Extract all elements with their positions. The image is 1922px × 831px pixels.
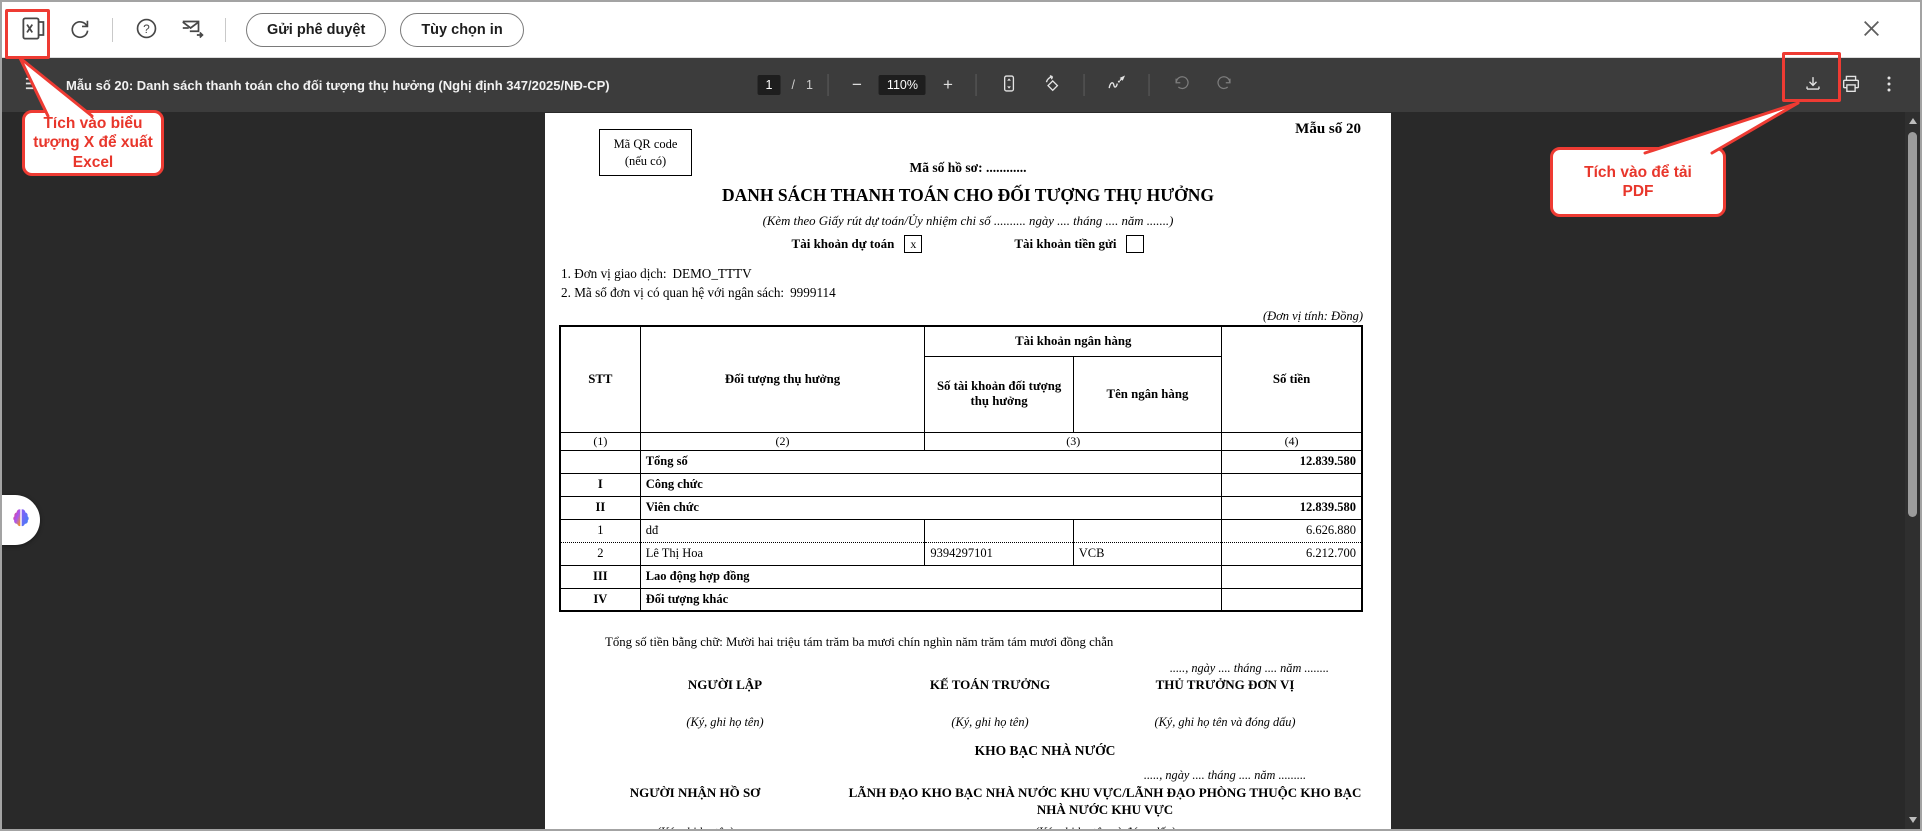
col-header-bank-group: Tài khoản ngân hàng xyxy=(924,325,1223,357)
signature-date-line: ....., ngày .... tháng .... năm ........ xyxy=(1169,661,1329,675)
treasury-title: KHO BẠC NHÀ NƯỚC xyxy=(974,743,1116,758)
transaction-unit-line: 1. Đơn vị giao dịch: DEMO_TTTV xyxy=(561,266,752,281)
app-window: ? Gửi phê duyệt Tùy chọn in Mẫu số 20: D… xyxy=(0,0,1922,831)
extension-fab[interactable] xyxy=(2,495,40,545)
hamburger-menu-icon xyxy=(24,74,43,96)
rotate-icon xyxy=(1041,73,1062,97)
draw-ink-button[interactable] xyxy=(1100,68,1134,102)
document-title: DANH SÁCH THANH TOÁN CHO ĐỐI TƯỢNG THỤ H… xyxy=(721,185,1214,205)
download-button[interactable] xyxy=(1796,68,1830,102)
close-icon xyxy=(1861,18,1882,42)
scrollbar-thumb[interactable] xyxy=(1908,132,1917,517)
page-total: 1 xyxy=(805,78,813,92)
signature-unit-head: THỦ TRƯỞNG ĐƠN VỊ (Ký, ghi họ tên và đón… xyxy=(1154,677,1296,729)
brain-extension-icon xyxy=(9,506,33,535)
refresh-button[interactable] xyxy=(60,11,98,49)
toolbar-divider xyxy=(225,17,226,42)
page-separator: / xyxy=(791,78,795,92)
approve-button[interactable]: Gửi phê duyệt xyxy=(246,12,387,47)
undo-button[interactable] xyxy=(1165,68,1199,102)
table-row-section-3: III Lao động hợp đồng xyxy=(559,564,1363,589)
help-icon: ? xyxy=(134,16,159,44)
treasury-date-line: ....., ngày .... tháng .... năm ........… xyxy=(1143,768,1307,782)
more-options-icon xyxy=(1879,74,1899,97)
toolbar-divider xyxy=(1148,74,1150,96)
undo-icon xyxy=(1172,74,1192,97)
table-row-section-1: I Công chức xyxy=(559,472,1363,497)
top-toolbar: ? Gửi phê duyệt Tùy chọn in xyxy=(2,2,1920,58)
excel-callout: Tích vào biểu tượng X để xuất Excel xyxy=(22,110,164,176)
col-header-stt: STT xyxy=(559,325,641,433)
budget-relation-code-line: 2. Mã số đơn vị có quan hệ với ngân sách… xyxy=(561,285,836,300)
ink-draw-icon xyxy=(1106,73,1128,98)
print-icon xyxy=(1840,73,1862,98)
pdf-menu-button[interactable] xyxy=(16,68,50,102)
transaction-unit-value: DEMO_TTTV xyxy=(672,266,752,281)
payment-table: STT Đối tượng thụ hưởng Tài khoản ngân h… xyxy=(559,325,1363,612)
dossier-number-line: Mã số hồ sơ: ............ xyxy=(909,160,1027,175)
col-header-beneficiary: Đối tượng thụ hưởng xyxy=(639,325,926,433)
signature-document-receiver: NGƯỜI NHẬN HỒ SƠ (Ký, ghi họ tên) xyxy=(629,785,761,829)
pdf-page: Mã QR code (nếu có) Mẫu số 20 Mã số hồ s… xyxy=(545,113,1391,829)
col-header-amount: Số tiền xyxy=(1221,325,1363,433)
toolbar-divider xyxy=(1083,74,1085,96)
toolbar-divider xyxy=(827,74,829,96)
help-button[interactable]: ? xyxy=(127,11,165,49)
budget-account-checkbox: x xyxy=(904,235,923,253)
zoom-out-button[interactable]: − xyxy=(844,75,870,95)
signature-chief-accountant: KẾ TOÁN TRƯỞNG (Ký, ghi họ tên) xyxy=(929,677,1051,729)
rotate-button[interactable] xyxy=(1035,68,1069,102)
budget-relation-code-value: 9999114 xyxy=(790,285,836,300)
pdf-toolbar: Mẫu số 20: Danh sách thanh toán cho đối … xyxy=(2,58,1920,112)
fit-page-button[interactable] xyxy=(992,68,1026,102)
deposit-account-checkbox xyxy=(1126,235,1145,253)
budget-account-label: Tài khoản dự toán xyxy=(791,236,895,251)
toolbar-divider xyxy=(975,74,977,96)
form-code: Mẫu số 20 xyxy=(1295,121,1361,137)
excel-export-icon xyxy=(20,15,47,45)
account-type-line: Tài khoản dự toán x Tài khoản tiền gửi xyxy=(545,235,1391,253)
redo-button[interactable] xyxy=(1208,68,1242,102)
refresh-icon xyxy=(67,16,92,44)
export-excel-button[interactable] xyxy=(14,11,52,49)
table-row-total: Tổng số 12.839.580 xyxy=(559,449,1363,474)
table-row-detail-2: 2 Lê Thị Hoa 9394297101 VCB 6.212.700 xyxy=(559,541,1363,566)
print-button[interactable] xyxy=(1834,68,1868,102)
pdf-document-title: Mẫu số 20: Danh sách thanh toán cho đối … xyxy=(66,77,610,93)
download-icon xyxy=(1802,73,1824,98)
close-button[interactable] xyxy=(1852,11,1890,49)
signature-treasury-leader: LÃNH ĐẠO KHO BẠC NHÀ NƯỚC KHU VỰC/LÃNH Đ… xyxy=(848,785,1362,829)
table-row-section-4: IV Đối tượng khác xyxy=(559,587,1363,612)
document-subtitle: (Kèm theo Giấy rút dự toán/Ủy nhiệm chi … xyxy=(762,214,1174,228)
scrollbar-up-arrow[interactable] xyxy=(1905,113,1920,129)
col-header-bank-name: Tên ngân hàng xyxy=(1072,355,1223,433)
zoom-in-button[interactable]: + xyxy=(935,75,961,95)
vertical-scrollbar[interactable] xyxy=(1905,112,1920,829)
redo-icon xyxy=(1215,74,1235,97)
page-number-input[interactable]: 1 xyxy=(757,75,781,95)
amount-in-words: Tổng số tiền bằng chữ: Mười hai triệu tá… xyxy=(605,635,1114,649)
print-options-button[interactable]: Tùy chọn in xyxy=(400,12,524,47)
treasury-block: KHO BẠC NHÀ NƯỚC ....., ngày .... tháng … xyxy=(545,743,1391,829)
col-header-account: Số tài khoản đối tượng thụ hưởng xyxy=(924,355,1074,433)
pdf-callout: Tích vào để tải PDF xyxy=(1550,147,1726,217)
send-mail-button[interactable] xyxy=(173,11,211,49)
table-row-detail-1: 1 dđ 6.626.880 xyxy=(559,518,1363,543)
table-index-row: (1) (2) (3) (4) xyxy=(559,431,1363,451)
zoom-level[interactable]: 110% xyxy=(878,75,926,95)
deposit-account-label: Tài khoản tiền gửi xyxy=(1014,236,1117,251)
fit-page-icon xyxy=(998,73,1019,97)
scrollbar-down-arrow[interactable] xyxy=(1905,812,1920,828)
pdf-viewer-area: Mã QR code (nếu có) Mẫu số 20 Mã số hồ s… xyxy=(2,112,1920,829)
currency-unit-note: (Đơn vị tính: Đồng) xyxy=(1262,309,1363,323)
svg-text:?: ? xyxy=(143,21,150,35)
signature-block: ....., ngày .... tháng .... năm ........… xyxy=(545,661,1391,731)
more-options-button[interactable] xyxy=(1872,68,1906,102)
table-row-section-2: II Viên chức 12.839.580 xyxy=(559,495,1363,520)
send-mail-icon xyxy=(179,15,205,44)
toolbar-divider xyxy=(112,17,113,42)
signature-preparer: NGƯỜI LẬP (Ký, ghi họ tên) xyxy=(686,677,764,729)
